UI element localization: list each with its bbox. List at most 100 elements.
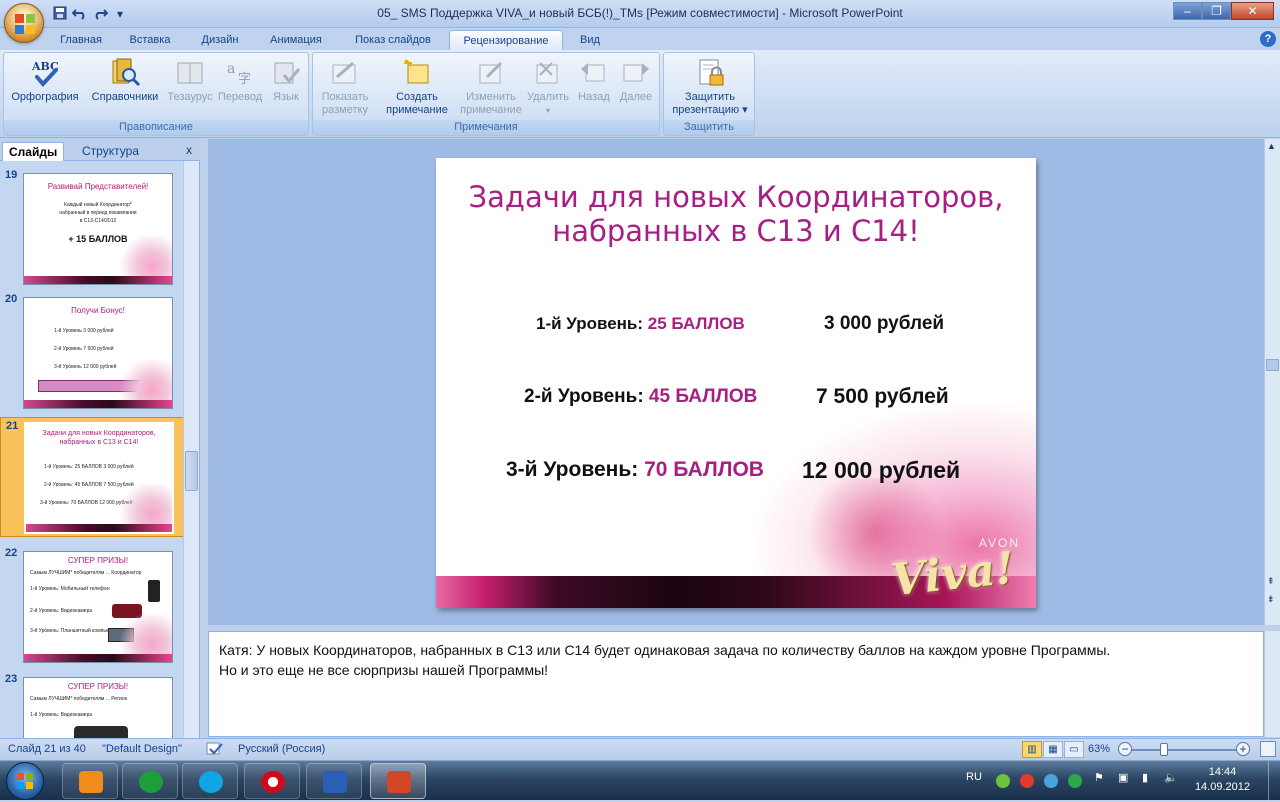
slide-canvas: Задачи для новых Координаторов, набранны… — [208, 139, 1264, 625]
close-button[interactable]: ✕ — [1231, 2, 1274, 20]
new-comment-label-2: примечание — [386, 104, 448, 116]
edit-comment-label-1: Изменить — [466, 91, 516, 103]
tab-slideshow[interactable]: Показ слайдов — [342, 30, 444, 50]
thumb-line: Самым ЛУЧШИМ* победителям ... Регион — [30, 696, 128, 702]
slide-thumbnail-20[interactable]: 20 Получи Бонус! 1-й Уровень 3 000 рубле… — [0, 291, 184, 409]
level-3-label: 3-й Уровень: 70 БАЛЛОВ — [506, 458, 764, 482]
office-button[interactable] — [4, 3, 44, 43]
slide-vertical-scrollbar[interactable]: ▲ ⇞ ⇟ — [1264, 139, 1280, 625]
thumb-footer — [26, 524, 172, 532]
slideshow-icon[interactable]: ▭ — [1064, 741, 1084, 758]
protect-presentation-button[interactable]: Защитить презентацию ▾ — [666, 57, 754, 117]
tab-design[interactable]: Дизайн — [188, 30, 252, 50]
level-label: 1-й Уровень: — [536, 314, 644, 333]
previous-slide-icon[interactable]: ⇞ — [1267, 577, 1275, 586]
zoom-level[interactable]: 63% — [1088, 743, 1110, 755]
opera-icon — [261, 771, 285, 793]
tab-home[interactable]: Главная — [48, 30, 114, 50]
language-button[interactable]: Язык — [266, 57, 306, 104]
slide-thumbnail-22[interactable]: 22 СУПЕР ПРИЗЫ! Самым ЛУЧШИМ* победителя… — [0, 545, 184, 663]
slide-sorter-icon[interactable]: ▦ — [1043, 741, 1063, 758]
tab-insert[interactable]: Вставка — [118, 30, 182, 50]
thesaurus-button[interactable]: Тезаурус — [166, 57, 214, 104]
show-markup-button[interactable]: Показать разметку — [315, 57, 375, 117]
tab-review[interactable]: Рецензирование — [449, 30, 563, 50]
thumb-footer — [24, 276, 172, 284]
spellcheck-icon[interactable] — [206, 741, 224, 760]
tab-view[interactable]: Вид — [570, 30, 610, 50]
close-pane-icon[interactable]: x — [186, 143, 192, 157]
clock-date: 14.09.2012 — [1194, 781, 1250, 793]
show-desktop-button[interactable] — [1268, 761, 1280, 801]
taskbar-opera[interactable] — [244, 763, 300, 799]
thumb-title: Получи Бонус! — [71, 306, 125, 315]
taskbar-mail-agent[interactable] — [122, 763, 178, 799]
group-proofing: ABC Орфография Справочники Тезаурус a字 П… — [3, 52, 309, 136]
thumb-line: 2-й Уровень: Видеокамера — [30, 608, 93, 614]
slide-thumbnail-23[interactable]: 23 СУПЕР ПРИЗЫ! Самым ЛУЧШИМ* победителя… — [0, 671, 184, 739]
input-language[interactable]: RU — [966, 771, 982, 783]
notes-pane[interactable]: Катя: У новых Координаторов, набранных в… — [208, 631, 1264, 737]
slide-title[interactable]: Задачи для новых Координаторов, набранны… — [456, 180, 1016, 248]
thumb-line: 1-й Уровень: 25 БАЛЛОВ 3 000 рублей — [44, 464, 134, 470]
tray-app-icon[interactable] — [996, 774, 1010, 788]
zoom-in-icon[interactable]: + — [1236, 742, 1250, 756]
notes-line: Катя: У новых Координаторов, набранных в… — [219, 642, 1111, 658]
slide-thumbnail-19[interactable]: 19 Развивай Представителей! Каждый новый… — [0, 167, 184, 285]
thumb-title: Развивай Представителей! — [47, 182, 149, 191]
spelling-button[interactable]: ABC Орфография — [8, 57, 82, 104]
thumb-line: 1-й Уровень: Мобильный телефон — [30, 586, 110, 592]
help-icon[interactable]: ? — [1260, 31, 1276, 47]
translate-label: Перевод — [217, 91, 263, 103]
slides-pane-scroll-thumb[interactable] — [185, 451, 198, 491]
taskbar-archiver[interactable] — [62, 763, 118, 799]
volume-icon[interactable]: 🔈 — [1164, 771, 1178, 784]
show-markup-label-1: Показать — [321, 91, 369, 103]
new-comment-button[interactable]: Создать примечание — [379, 57, 455, 117]
delete-comment-button[interactable]: Удалить ▾ — [523, 57, 573, 117]
tab-outline[interactable]: Структура — [76, 142, 145, 161]
taskbar-powerpoint[interactable] — [370, 763, 426, 799]
research-button[interactable]: Справочники — [86, 57, 164, 104]
thumb-number: 20 — [5, 293, 18, 305]
edit-comment-button[interactable]: Изменить примечание — [459, 57, 523, 117]
tray-messenger-icon[interactable] — [1044, 774, 1058, 788]
tab-animation[interactable]: Анимация — [258, 30, 334, 50]
slides-pane-scrollbar[interactable] — [183, 161, 199, 739]
design-name[interactable]: "Default Design" — [102, 743, 182, 755]
slide-thumbnail-21[interactable]: 21 Задачи для новых Координаторов, набра… — [0, 417, 184, 537]
tray-antivirus-icon[interactable] — [1020, 774, 1034, 788]
thumb-line: Самым ЛУЧШИМ* победителям ... Координато… — [30, 570, 142, 576]
taskbar-skype[interactable] — [182, 763, 238, 799]
start-button[interactable] — [6, 762, 44, 800]
tray-icq-icon[interactable] — [1068, 774, 1082, 788]
powerpoint-icon — [387, 771, 411, 793]
action-center-icon[interactable]: ⚑ — [1094, 771, 1104, 784]
thesaurus-label: Тезаурус — [167, 91, 213, 103]
tab-slides[interactable]: Слайды — [2, 142, 65, 161]
previous-comment-button[interactable]: Назад — [573, 57, 615, 104]
previous-comment-icon — [578, 57, 610, 89]
network-icon[interactable]: ▮ — [1142, 771, 1148, 784]
slide-scroll-thumb[interactable] — [1266, 359, 1279, 371]
normal-view-icon[interactable]: ▥ — [1022, 741, 1042, 758]
thumb-footer — [24, 654, 172, 662]
language-indicator[interactable]: Русский (Россия) — [238, 743, 325, 755]
maximize-button[interactable]: ❐ — [1202, 2, 1231, 20]
zoom-slider[interactable] — [1132, 749, 1236, 751]
minimize-button[interactable]: – — [1173, 2, 1202, 20]
next-slide-icon[interactable]: ⇟ — [1267, 595, 1275, 604]
lock-document-icon — [694, 57, 726, 89]
taskbar-word[interactable] — [306, 763, 362, 799]
scroll-up-icon[interactable]: ▲ — [1267, 141, 1276, 151]
slide[interactable]: Задачи для новых Координаторов, набранны… — [436, 158, 1036, 608]
next-comment-button[interactable]: Далее — [615, 57, 657, 104]
zoom-out-icon[interactable]: − — [1118, 742, 1132, 756]
tray-device-icon[interactable]: ▣ — [1118, 771, 1128, 784]
notes-scrollbar[interactable] — [1264, 631, 1280, 737]
system-clock[interactable]: 14:44 14.09.2012 — [1195, 765, 1250, 795]
fit-slide-icon[interactable] — [1260, 741, 1276, 757]
zoom-slider-handle[interactable] — [1160, 743, 1168, 756]
translate-button[interactable]: a字 Перевод — [214, 57, 266, 104]
thumb-number: 23 — [5, 673, 18, 685]
